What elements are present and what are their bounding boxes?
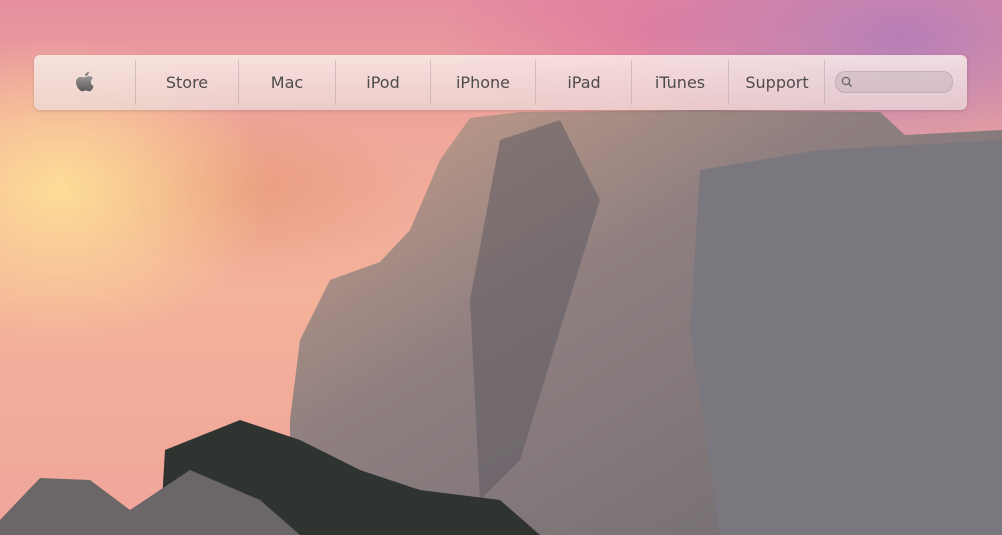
nav-item-support[interactable]: Support [729, 55, 825, 110]
nav-item-ipod[interactable]: iPod [336, 55, 430, 110]
apple-logo-icon [75, 71, 94, 91]
nav-item-itunes[interactable]: iTunes [632, 55, 728, 110]
right-ridge [690, 140, 1002, 535]
nav-divider [824, 60, 825, 105]
apple-home-link[interactable] [34, 55, 135, 110]
nav-item-iphone[interactable]: iPhone [431, 55, 535, 110]
nav-item-mac[interactable]: Mac [239, 55, 335, 110]
global-nav-bar: Store Mac iPod iPhone iPad iTunes Suppor… [34, 55, 967, 110]
search-icon [841, 76, 852, 87]
nav-item-ipad[interactable]: iPad [536, 55, 632, 110]
search-input[interactable] [835, 71, 953, 93]
nav-item-store[interactable]: Store [136, 55, 238, 110]
